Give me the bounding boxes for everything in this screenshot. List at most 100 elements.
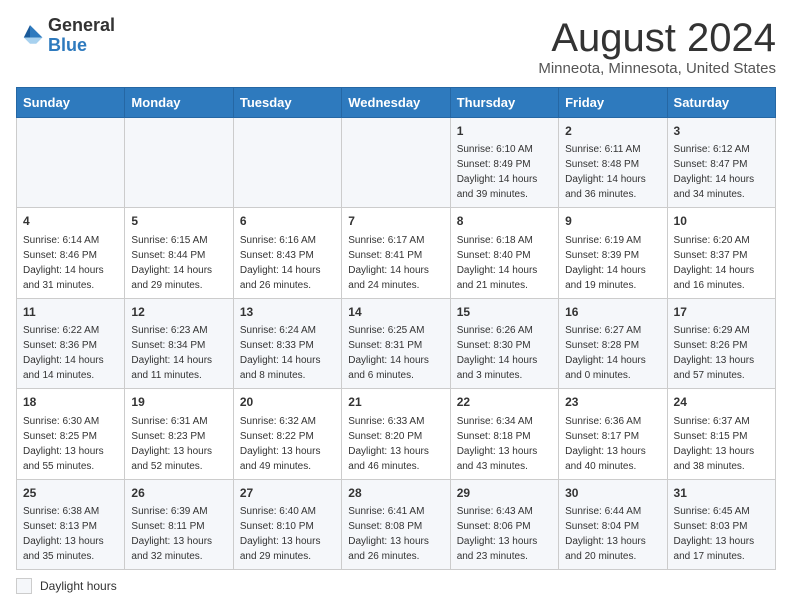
day-number: 3 xyxy=(674,123,769,140)
day-number: 4 xyxy=(23,213,118,230)
day-detail: Sunrise: 6:39 AM Sunset: 8:11 PM Dayligh… xyxy=(131,504,226,564)
logo-icon xyxy=(16,22,44,50)
calendar-cell: 21 Sunrise: 6:33 AM Sunset: 8:20 PM Dayli… xyxy=(342,389,450,479)
day-number: 7 xyxy=(348,213,443,230)
day-number: 9 xyxy=(565,213,660,230)
day-detail: Sunrise: 6:24 AM Sunset: 8:33 PM Dayligh… xyxy=(240,323,335,383)
calendar-cell: 28Sunrise: 6:41 AM Sunset: 8:08 PM Dayli… xyxy=(342,479,450,569)
day-header-monday: Monday xyxy=(125,88,233,118)
calendar-cell: 5 Sunrise: 6:15 AM Sunset: 8:44 PM Daylig… xyxy=(125,208,233,298)
day-number: 16 xyxy=(565,304,660,321)
day-detail: Sunrise: 6:14 AM Sunset: 8:46 PM Dayligh… xyxy=(23,233,118,293)
day-detail: Sunrise: 6:27 AM Sunset: 8:28 PM Dayligh… xyxy=(565,323,660,383)
day-number: 29 xyxy=(457,485,552,502)
calendar-cell: 29 Sunrise: 6:43 AM Sunset: 8:06 PM Dayli… xyxy=(450,479,558,569)
legend: Daylight hours xyxy=(16,578,776,594)
calendar-title: August 2024 xyxy=(538,16,776,60)
calendar-cell: 1Sunrise: 6:10 AM Sunset: 8:49 PM Daylig… xyxy=(450,118,558,208)
day-detail: Sunrise: 6:18 AM Sunset: 8:40 PM Dayligh… xyxy=(457,233,552,293)
calendar-cell: 19Sunrise: 6:31 AM Sunset: 8:23 PM Dayli… xyxy=(125,389,233,479)
day-detail: Sunrise: 6:41 AM Sunset: 8:08 PM Dayligh… xyxy=(348,504,443,564)
legend-label: Daylight hours xyxy=(40,579,117,593)
day-number: 18 xyxy=(23,394,118,411)
calendar-cell: 11Sunrise: 6:22 AM Sunset: 8:36 PM Dayli… xyxy=(17,298,125,388)
calendar-table: SundayMondayTuesdayWednesdayThursdayFrid… xyxy=(16,87,776,570)
calendar-cell: 27 Sunrise: 6:40 AM Sunset: 8:10 PM Dayli… xyxy=(233,479,341,569)
day-detail: Sunrise: 6:15 AM Sunset: 8:44 PM Dayligh… xyxy=(131,233,226,293)
calendar-cell: 2Sunrise: 6:11 AM Sunset: 8:48 PM Daylig… xyxy=(559,118,667,208)
calendar-cell: 23 Sunrise: 6:36 AM Sunset: 8:17 PM Dayli… xyxy=(559,389,667,479)
calendar-cell: 8 Sunrise: 6:18 AM Sunset: 8:40 PM Daylig… xyxy=(450,208,558,298)
calendar-cell xyxy=(125,118,233,208)
calendar-cell: 3 Sunrise: 6:12 AM Sunset: 8:47 PM Daylig… xyxy=(667,118,775,208)
calendar-cell: 31Sunrise: 6:45 AM Sunset: 8:03 PM Dayli… xyxy=(667,479,775,569)
day-detail: Sunrise: 6:12 AM Sunset: 8:47 PM Dayligh… xyxy=(674,142,769,202)
day-number: 23 xyxy=(565,394,660,411)
day-detail: Sunrise: 6:29 AM Sunset: 8:26 PM Dayligh… xyxy=(674,323,769,383)
logo-general-text: General xyxy=(48,15,115,35)
day-number: 27 xyxy=(240,485,335,502)
logo-text: General Blue xyxy=(48,16,115,56)
day-header-sunday: Sunday xyxy=(17,88,125,118)
day-detail: Sunrise: 6:34 AM Sunset: 8:18 PM Dayligh… xyxy=(457,414,552,474)
page-header: General Blue August 2024 Minneota, Minne… xyxy=(16,16,776,77)
day-detail: Sunrise: 6:20 AM Sunset: 8:37 PM Dayligh… xyxy=(674,233,769,293)
day-detail: Sunrise: 6:43 AM Sunset: 8:06 PM Dayligh… xyxy=(457,504,552,564)
day-detail: Sunrise: 6:23 AM Sunset: 8:34 PM Dayligh… xyxy=(131,323,226,383)
calendar-cell xyxy=(233,118,341,208)
calendar-week-row: 25Sunrise: 6:38 AM Sunset: 8:13 PM Dayli… xyxy=(17,479,776,569)
calendar-cell xyxy=(17,118,125,208)
day-detail: Sunrise: 6:40 AM Sunset: 8:10 PM Dayligh… xyxy=(240,504,335,564)
day-detail: Sunrise: 6:17 AM Sunset: 8:41 PM Dayligh… xyxy=(348,233,443,293)
calendar-cell: 18Sunrise: 6:30 AM Sunset: 8:25 PM Dayli… xyxy=(17,389,125,479)
day-number: 12 xyxy=(131,304,226,321)
day-detail: Sunrise: 6:16 AM Sunset: 8:43 PM Dayligh… xyxy=(240,233,335,293)
day-detail: Sunrise: 6:45 AM Sunset: 8:03 PM Dayligh… xyxy=(674,504,769,564)
day-number: 30 xyxy=(565,485,660,502)
day-header-wednesday: Wednesday xyxy=(342,88,450,118)
day-number: 25 xyxy=(23,485,118,502)
calendar-cell: 7 Sunrise: 6:17 AM Sunset: 8:41 PM Daylig… xyxy=(342,208,450,298)
calendar-cell: 25Sunrise: 6:38 AM Sunset: 8:13 PM Dayli… xyxy=(17,479,125,569)
day-number: 10 xyxy=(674,213,769,230)
day-detail: Sunrise: 6:44 AM Sunset: 8:04 PM Dayligh… xyxy=(565,504,660,564)
day-number: 5 xyxy=(131,213,226,230)
calendar-cell: 6 Sunrise: 6:16 AM Sunset: 8:43 PM Daylig… xyxy=(233,208,341,298)
calendar-cell: 20Sunrise: 6:32 AM Sunset: 8:22 PM Dayli… xyxy=(233,389,341,479)
day-number: 21 xyxy=(348,394,443,411)
day-number: 11 xyxy=(23,304,118,321)
day-number: 17 xyxy=(674,304,769,321)
day-number: 8 xyxy=(457,213,552,230)
calendar-cell: 12 Sunrise: 6:23 AM Sunset: 8:34 PM Dayli… xyxy=(125,298,233,388)
day-header-tuesday: Tuesday xyxy=(233,88,341,118)
day-number: 15 xyxy=(457,304,552,321)
calendar-cell: 14 Sunrise: 6:25 AM Sunset: 8:31 PM Dayli… xyxy=(342,298,450,388)
day-header-thursday: Thursday xyxy=(450,88,558,118)
day-number: 14 xyxy=(348,304,443,321)
day-detail: Sunrise: 6:37 AM Sunset: 8:15 PM Dayligh… xyxy=(674,414,769,474)
calendar-week-row: 1Sunrise: 6:10 AM Sunset: 8:49 PM Daylig… xyxy=(17,118,776,208)
calendar-cell: 26Sunrise: 6:39 AM Sunset: 8:11 PM Dayli… xyxy=(125,479,233,569)
day-number: 6 xyxy=(240,213,335,230)
calendar-cell: 17 Sunrise: 6:29 AM Sunset: 8:26 PM Dayli… xyxy=(667,298,775,388)
calendar-cell: 4 Sunrise: 6:14 AM Sunset: 8:46 PM Daylig… xyxy=(17,208,125,298)
day-detail: Sunrise: 6:19 AM Sunset: 8:39 PM Dayligh… xyxy=(565,233,660,293)
calendar-subtitle: Minneota, Minnesota, United States xyxy=(538,60,776,77)
calendar-cell: 30 Sunrise: 6:44 AM Sunset: 8:04 PM Dayli… xyxy=(559,479,667,569)
day-detail: Sunrise: 6:25 AM Sunset: 8:31 PM Dayligh… xyxy=(348,323,443,383)
calendar-cell: 16 Sunrise: 6:27 AM Sunset: 8:28 PM Dayli… xyxy=(559,298,667,388)
day-detail: Sunrise: 6:33 AM Sunset: 8:20 PM Dayligh… xyxy=(348,414,443,474)
day-header-friday: Friday xyxy=(559,88,667,118)
day-number: 2 xyxy=(565,123,660,140)
day-detail: Sunrise: 6:10 AM Sunset: 8:49 PM Dayligh… xyxy=(457,142,552,202)
calendar-week-row: 11Sunrise: 6:22 AM Sunset: 8:36 PM Dayli… xyxy=(17,298,776,388)
day-detail: Sunrise: 6:36 AM Sunset: 8:17 PM Dayligh… xyxy=(565,414,660,474)
day-number: 20 xyxy=(240,394,335,411)
calendar-cell xyxy=(342,118,450,208)
calendar-week-row: 18Sunrise: 6:30 AM Sunset: 8:25 PM Dayli… xyxy=(17,389,776,479)
legend-box xyxy=(16,578,32,594)
title-block: August 2024 Minneota, Minnesota, United … xyxy=(538,16,776,77)
day-detail: Sunrise: 6:26 AM Sunset: 8:30 PM Dayligh… xyxy=(457,323,552,383)
logo-blue-text: Blue xyxy=(48,35,87,55)
calendar-week-row: 4 Sunrise: 6:14 AM Sunset: 8:46 PM Daylig… xyxy=(17,208,776,298)
